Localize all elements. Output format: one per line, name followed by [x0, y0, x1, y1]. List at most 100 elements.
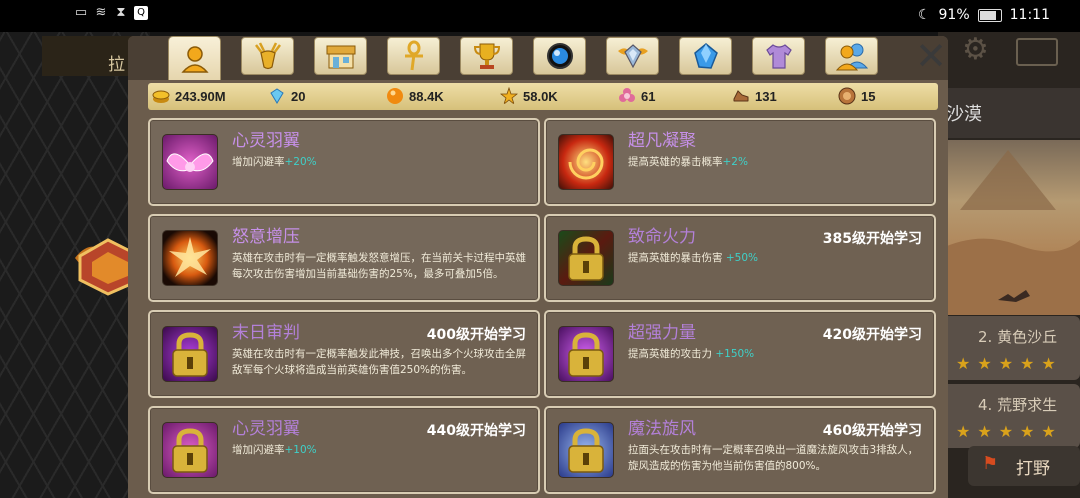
diamond-icon: [270, 88, 284, 104]
gold-value: 243.90M: [175, 88, 226, 104]
stage-title-bar: 沙漠: [938, 88, 1080, 138]
person-icon: [180, 45, 209, 73]
fight-button[interactable]: ⚑ 打野: [968, 446, 1080, 486]
skill-description: 增加闪避率+20%: [232, 154, 532, 170]
tab-shirt[interactable]: [752, 37, 805, 75]
close-button[interactable]: ✕: [912, 37, 950, 76]
rage-burst-icon: [162, 230, 218, 286]
skill-card-doomsday[interactable]: 末日审判 400级开始学习 英雄在攻击时有一定概率触发此神技，召唤出多个火球攻击…: [148, 310, 540, 398]
orb-value: 88.4K: [409, 88, 444, 104]
close-icon: ✕: [915, 34, 947, 78]
star-value: 58.0K: [523, 88, 558, 104]
skill-name: 致命火力: [628, 227, 696, 247]
sim-card-icon: ▭: [74, 5, 88, 20]
skill-name: 怒意增压: [232, 227, 300, 247]
fight-label: 打野: [1016, 459, 1050, 479]
currency-orb: 88.4K: [386, 87, 444, 105]
shirt-icon: [765, 44, 792, 69]
bronze-value: 15: [861, 88, 876, 104]
skill-bonus: +20%: [284, 156, 317, 168]
unlock-level-label: 420级开始学习: [822, 327, 922, 343]
skill-card-deadly-firepower[interactable]: 致命火力 385级开始学习 提高英雄的暴击伤害 +50%: [544, 214, 936, 302]
tab-deer[interactable]: [241, 37, 294, 75]
winged-gem-icon: [617, 44, 648, 69]
mail-icon[interactable]: [1016, 38, 1058, 66]
lock-icon: [162, 326, 218, 382]
battery-icon: [977, 8, 1002, 22]
tab-crystal[interactable]: [679, 37, 732, 75]
skill-card-spirit-wings-2[interactable]: 心灵羽翼 440级开始学习 增加闪避率+10%: [148, 406, 540, 494]
lock-icon: [162, 422, 218, 478]
crystal-icon: [693, 43, 718, 69]
shop-icon: [326, 45, 355, 69]
tab-orb[interactable]: [533, 37, 586, 75]
settings-gear-icon[interactable]: ⚙: [962, 32, 989, 67]
bronze-coin-icon: [838, 87, 856, 105]
skill-card-transcendent[interactable]: 超凡凝聚 提高英雄的暴击概率+2%: [544, 118, 936, 206]
currency-bronze: 15: [838, 87, 875, 105]
desert-scene-art: [938, 150, 1080, 315]
friends-icon: [835, 43, 868, 71]
skill-description: 拉面头在攻击时有一定概率召唤出一道魔法旋风攻击3排敌人，旋风造成的伤害为他当前伤…: [628, 444, 919, 472]
shoe-value: 131: [755, 88, 777, 104]
tab-ankh[interactable]: [387, 37, 440, 75]
currency-bar: 243.90M 20 88.4K 58.0K 61 131 15: [148, 83, 938, 110]
skill-grid: 心灵羽翼 增加闪避率+20% 超凡凝聚 提高英雄的暴击概率+2% 怒意增压 英雄…: [148, 118, 938, 498]
orange-orb-icon: [387, 88, 403, 104]
lock-icon: [558, 326, 614, 382]
hourglass-icon: ⧗: [116, 5, 126, 20]
level-card-label: 4. 荒野求生: [978, 396, 1058, 414]
stage-title: 沙漠: [946, 104, 982, 125]
currency-flower: 61: [618, 87, 655, 105]
skill-desc-text: 提高英雄的暴击概率: [628, 156, 723, 168]
unlock-level-label: 460级开始学习: [822, 423, 922, 439]
skill-description: 提高英雄的攻击力 +150%: [628, 346, 928, 362]
skill-name: 心灵羽翼: [232, 131, 300, 151]
status-bar: ▭ ≋ ⧗ Q ☾ 91% 11:11: [0, 0, 1080, 32]
tab-shop[interactable]: [314, 37, 367, 75]
gold-coins-icon: [152, 90, 170, 103]
brown-shoe-icon: [733, 90, 749, 102]
clock: 11:11: [1009, 7, 1050, 23]
tab-gem-badge[interactable]: [606, 37, 659, 75]
flag-icon: ⚑: [982, 453, 999, 474]
moon-icon: ☾: [917, 7, 931, 23]
level-card-4[interactable]: 4. 荒野求生 ★★★★★: [942, 384, 1080, 448]
skill-card-super-strength[interactable]: 超强力量 420级开始学习 提高英雄的攻击力 +150%: [544, 310, 936, 398]
skill-description: 英雄在攻击时有一定概率触发此神技，召唤出多个火球攻击全屏敌军每个火球将造成当前英…: [232, 348, 526, 376]
skill-name: 末日审判: [232, 323, 300, 343]
skill-desc-text: 增加闪避率: [232, 156, 285, 168]
skill-bonus: +10%: [284, 444, 317, 456]
tab-bar: ✕: [128, 36, 948, 80]
skill-desc-text: 提高英雄的暴击伤害: [628, 252, 723, 264]
lock-icon: [558, 422, 614, 478]
background-left-label: 拉: [108, 55, 125, 75]
unlock-level-label: 440级开始学习: [426, 423, 526, 439]
pink-flower-icon: [619, 88, 635, 102]
level-card-2[interactable]: 2. 黄色沙丘 ★★★★★: [942, 316, 1080, 380]
skill-description: 提高英雄的暴击概率+2%: [628, 154, 928, 170]
ankh-icon: [404, 40, 423, 71]
skill-bonus: +150%: [715, 348, 755, 360]
tab-hero[interactable]: [168, 36, 221, 80]
battery-percent: 91%: [938, 7, 970, 23]
skill-card-spirit-wings[interactable]: 心灵羽翼 增加闪避率+20%: [148, 118, 540, 206]
currency-diamond: 20: [268, 87, 305, 105]
wifi-icon: ≋: [95, 5, 107, 20]
tab-trophy[interactable]: [460, 37, 513, 75]
blue-orb-icon: [546, 43, 573, 69]
skill-card-magic-whirlwind[interactable]: 魔法旋风 460级开始学习 拉面头在攻击时有一定概率召唤出一道魔法旋风攻击3排敌…: [544, 406, 936, 494]
level-stars: ★★★★★: [956, 422, 1063, 441]
skill-card-rage-boost[interactable]: 怒意增压 英雄在攻击时有一定概率触发怒意增压，在当前关卡过程中英雄每次攻击伤害增…: [148, 214, 540, 302]
currency-star: 58.0K: [500, 87, 558, 105]
skill-description: 增加闪避率+10%: [232, 442, 532, 458]
pink-wings-icon: [162, 134, 218, 190]
level-stars: ★★★★★: [956, 354, 1063, 373]
unlock-level-label: 400级开始学习: [426, 327, 526, 343]
skill-name: 心灵羽翼: [232, 419, 300, 439]
deer-head-icon: [254, 42, 281, 70]
currency-shoe: 131: [732, 87, 777, 105]
tab-friends[interactable]: [825, 37, 878, 75]
skill-name: 超凡凝聚: [628, 131, 696, 151]
skill-description: 提高英雄的暴击伤害 +50%: [628, 250, 928, 266]
